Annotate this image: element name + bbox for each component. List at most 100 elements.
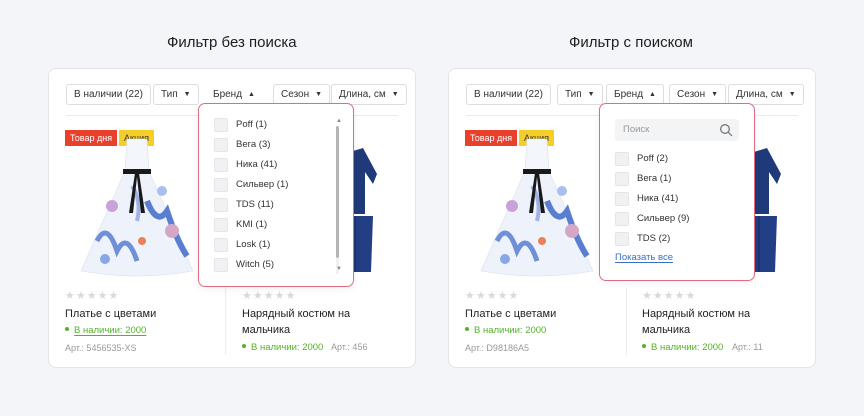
brand-option[interactable]: Сильвер (1) <box>214 178 288 193</box>
product-sku: Арт.: 5456535-XS <box>65 343 137 353</box>
option-label: Вега (1) <box>637 173 672 184</box>
product-name[interactable]: Нарядный костюм на мальчика <box>242 306 350 338</box>
checkbox[interactable] <box>214 238 228 252</box>
brand-option[interactable]: Вега (3) <box>214 138 270 153</box>
stock-dot-icon <box>642 344 646 348</box>
checkbox[interactable] <box>214 138 228 152</box>
product-name[interactable]: Платье с цветами <box>465 306 556 322</box>
checkbox[interactable] <box>615 172 629 186</box>
rating-stars: ★★★★★ <box>65 290 120 302</box>
stock-text: В наличии: 2000 <box>74 325 147 336</box>
rating-stars: ★★★★★ <box>465 290 520 302</box>
brand-dropdown: Poff (1) Вега (3) Ника (41) Сильвер (1) … <box>198 103 354 287</box>
filter-label: Бренд <box>614 89 644 100</box>
option-label: KMI (1) <box>236 219 268 230</box>
option-label: Poff (1) <box>236 119 267 130</box>
brand-option[interactable]: Вега (1) <box>615 172 671 187</box>
stock-dot-icon <box>242 344 246 348</box>
scroll-down-icon[interactable]: ▼ <box>336 266 342 272</box>
checkbox[interactable] <box>214 218 228 232</box>
brand-option[interactable]: TDS (2) <box>615 232 670 247</box>
option-label: Сильвер (1) <box>236 179 289 190</box>
filter-in-stock[interactable]: В наличии (22) <box>66 84 151 105</box>
product-name[interactable]: Платье с цветами <box>65 306 156 322</box>
filter-label: Длина, см <box>736 89 783 100</box>
brand-option[interactable]: KMI (1) <box>214 218 267 233</box>
stock-text: В наличии: 2000 <box>251 342 324 353</box>
checkbox[interactable] <box>214 158 228 172</box>
filter-label: В наличии (22) <box>74 89 143 100</box>
checkbox[interactable] <box>214 198 228 212</box>
product-divider <box>626 287 627 355</box>
filter-label: Бренд <box>213 89 243 100</box>
chevron-up-icon: ▲ <box>248 91 255 98</box>
filter-label: В наличии (22) <box>474 89 543 100</box>
brand-dropdown-with-search: Поиск Poff (2) Вега (1) Ника (41) Сильве… <box>599 103 755 281</box>
filter-brand[interactable]: Бренд ▲ <box>606 84 664 105</box>
stock-status: В наличии: 2000 <box>65 325 146 336</box>
filter-label: Сезон <box>677 89 706 100</box>
option-label: Poff (2) <box>637 153 668 164</box>
checkbox[interactable] <box>214 258 228 272</box>
brand-option[interactable]: Losk (1) <box>214 238 270 253</box>
filter-brand[interactable]: Бренд ▲ <box>205 84 263 105</box>
option-label: Ника (41) <box>236 159 278 170</box>
dress-image[interactable] <box>477 131 597 279</box>
brand-option[interactable]: Ника (41) <box>615 192 678 207</box>
option-label: Losk (1) <box>236 239 271 250</box>
checkbox[interactable] <box>214 178 228 192</box>
checkbox[interactable] <box>615 212 629 226</box>
filter-type[interactable]: Тип ▼ <box>557 84 603 105</box>
option-label: TDS (11) <box>236 199 274 210</box>
chevron-down-icon: ▼ <box>587 91 595 98</box>
filter-type[interactable]: Тип ▼ <box>153 84 199 105</box>
product-name-line: Нарядный костюм на <box>642 308 751 320</box>
brand-option[interactable]: TDS (11) <box>214 198 274 213</box>
left-section-title: Фильтр без поиска <box>167 34 297 51</box>
chevron-down-icon: ▼ <box>788 91 796 98</box>
checkbox[interactable] <box>615 232 629 246</box>
scrollbar[interactable] <box>336 126 339 274</box>
rating-stars: ★★★★★ <box>642 290 697 302</box>
filter-season[interactable]: Сезон ▼ <box>669 84 727 105</box>
product-name-line: мальчика <box>642 324 691 336</box>
stock-dot-icon <box>465 327 469 331</box>
filter-season[interactable]: Сезон ▼ <box>273 84 331 105</box>
option-label: TDS (2) <box>637 233 671 244</box>
filter-length[interactable]: Длина, см ▼ <box>331 84 407 105</box>
option-label: Вега (3) <box>236 139 271 150</box>
checkbox[interactable] <box>615 152 629 166</box>
right-section-title: Фильтр с поиском <box>569 34 693 51</box>
checkbox[interactable] <box>615 192 629 206</box>
scrollbar-thumb[interactable] <box>336 126 339 258</box>
scroll-up-icon[interactable]: ▲ <box>336 118 342 124</box>
search-input[interactable]: Поиск <box>615 119 739 141</box>
brand-option[interactable]: Ника (41) <box>214 158 277 173</box>
chevron-down-icon: ▼ <box>315 91 323 98</box>
option-label: Ника (41) <box>637 193 679 204</box>
filter-label: Сезон <box>281 89 310 100</box>
chevron-down-icon: ▼ <box>391 91 399 98</box>
stock-status: В наличии: 2000 <box>242 342 323 353</box>
search-icon[interactable] <box>719 123 733 137</box>
product-name[interactable]: Нарядный костюм на мальчика <box>642 306 750 338</box>
product-sku: Арт.: 11 <box>732 342 763 352</box>
filter-length[interactable]: Длина, см ▼ <box>728 84 804 105</box>
stock-text: В наличии: 2000 <box>474 325 547 336</box>
brand-option[interactable]: Poff (2) <box>615 152 668 167</box>
filter-label: Тип <box>565 89 582 100</box>
brand-option[interactable]: Poff (1) <box>214 118 267 133</box>
stock-status: В наличии: 2000 <box>465 325 546 336</box>
product-sku: Арт.: D98186A5 <box>465 343 529 353</box>
dress-image[interactable] <box>77 131 197 279</box>
brand-option[interactable]: Сильвер (9) <box>615 212 689 227</box>
checkbox[interactable] <box>214 118 228 132</box>
filter-in-stock[interactable]: В наличии (22) <box>466 84 551 105</box>
show-all-link[interactable]: Показать все <box>615 252 673 263</box>
search-placeholder: Поиск <box>623 124 650 135</box>
filter-label: Длина, см <box>339 89 386 100</box>
brand-option[interactable]: Witch (5) <box>214 258 274 273</box>
chevron-down-icon: ▼ <box>183 91 191 98</box>
stock-dot-icon <box>65 327 69 331</box>
product-sku: Арт.: 456 <box>331 342 368 352</box>
